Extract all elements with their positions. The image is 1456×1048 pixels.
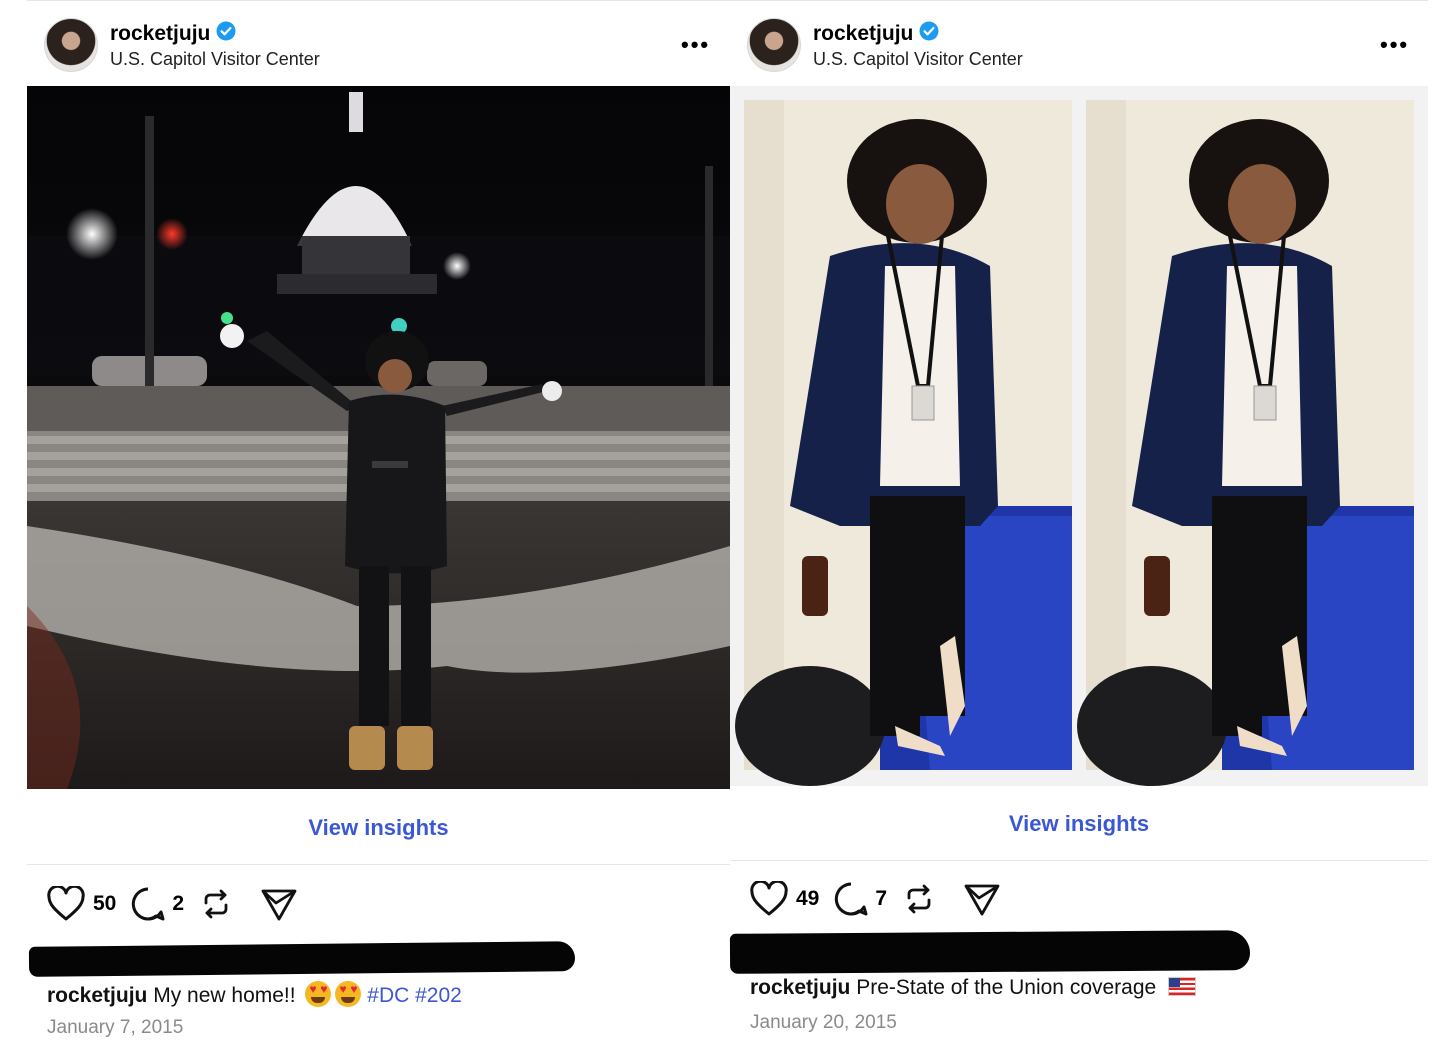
caption-username[interactable]: rocketjuju <box>750 976 850 999</box>
username-row: rocketjuju <box>110 21 236 46</box>
avatar[interactable] <box>44 18 98 72</box>
action-bar: 50 2 <box>47 884 298 924</box>
post-date: January 7, 2015 <box>47 1017 184 1038</box>
heart-icon[interactable] <box>750 881 788 917</box>
caption-text: Pre-State of the Union coverage <box>856 976 1157 999</box>
username-row: rocketjuju <box>813 21 939 46</box>
comment-count: 7 <box>875 887 888 910</box>
divider <box>27 864 730 865</box>
avatar[interactable] <box>747 18 801 72</box>
username[interactable]: rocketjuju <box>110 22 210 45</box>
divider <box>730 0 1428 1</box>
action-bar: 49 7 <box>750 879 1001 919</box>
divider <box>730 860 1428 861</box>
post-photo[interactable] <box>730 86 1428 786</box>
post-header: rocketjuju U.S. Capitol Visitor Center •… <box>27 14 730 74</box>
hashtags[interactable]: #DC #202 <box>367 984 462 1007</box>
caption-text: My new home!! <box>153 984 296 1007</box>
like-count: 49 <box>796 887 820 910</box>
verified-badge-icon <box>919 21 939 41</box>
heart-icon[interactable] <box>47 886 85 922</box>
location[interactable]: U.S. Capitol Visitor Center <box>110 49 320 70</box>
view-insights-link[interactable]: View insights <box>730 811 1428 837</box>
post-header: rocketjuju U.S. Capitol Visitor Center •… <box>730 14 1428 74</box>
view-insights-link[interactable]: View insights <box>27 815 730 841</box>
comment-icon[interactable] <box>130 886 166 922</box>
share-icon[interactable] <box>963 881 1001 917</box>
post-card: rocketjuju U.S. Capitol Visitor Center •… <box>729 0 1428 1048</box>
post-card: rocketjuju U.S. Capitol Visitor Center •… <box>27 0 730 1048</box>
username[interactable]: rocketjuju <box>813 22 913 45</box>
photo-collage <box>730 86 1428 786</box>
location[interactable]: U.S. Capitol Visitor Center <box>813 49 1023 70</box>
heart-eyes-emoji <box>335 981 362 1007</box>
caption: rocketjuju Pre-State of the Union covera… <box>750 976 1197 1000</box>
repost-icon[interactable] <box>901 881 937 917</box>
caption: rocketjuju My new home!! #DC #202 <box>47 981 462 1008</box>
redacted-text <box>28 941 576 977</box>
us-flag-emoji <box>1168 977 1197 996</box>
comment-icon[interactable] <box>833 881 869 917</box>
post-photo[interactable] <box>27 86 730 789</box>
more-icon[interactable]: ••• <box>681 32 710 58</box>
divider <box>27 0 730 1</box>
post-date: January 20, 2015 <box>750 1012 897 1033</box>
more-icon[interactable]: ••• <box>1380 32 1409 58</box>
photo-night-capitol <box>27 86 730 789</box>
share-icon[interactable] <box>260 886 298 922</box>
verified-badge-icon <box>216 21 236 41</box>
redacted-text <box>729 930 1251 974</box>
comment-count: 2 <box>172 892 185 915</box>
caption-username[interactable]: rocketjuju <box>47 984 147 1007</box>
heart-eyes-emoji <box>305 981 332 1007</box>
repost-icon[interactable] <box>198 886 234 922</box>
like-count: 50 <box>93 892 117 915</box>
